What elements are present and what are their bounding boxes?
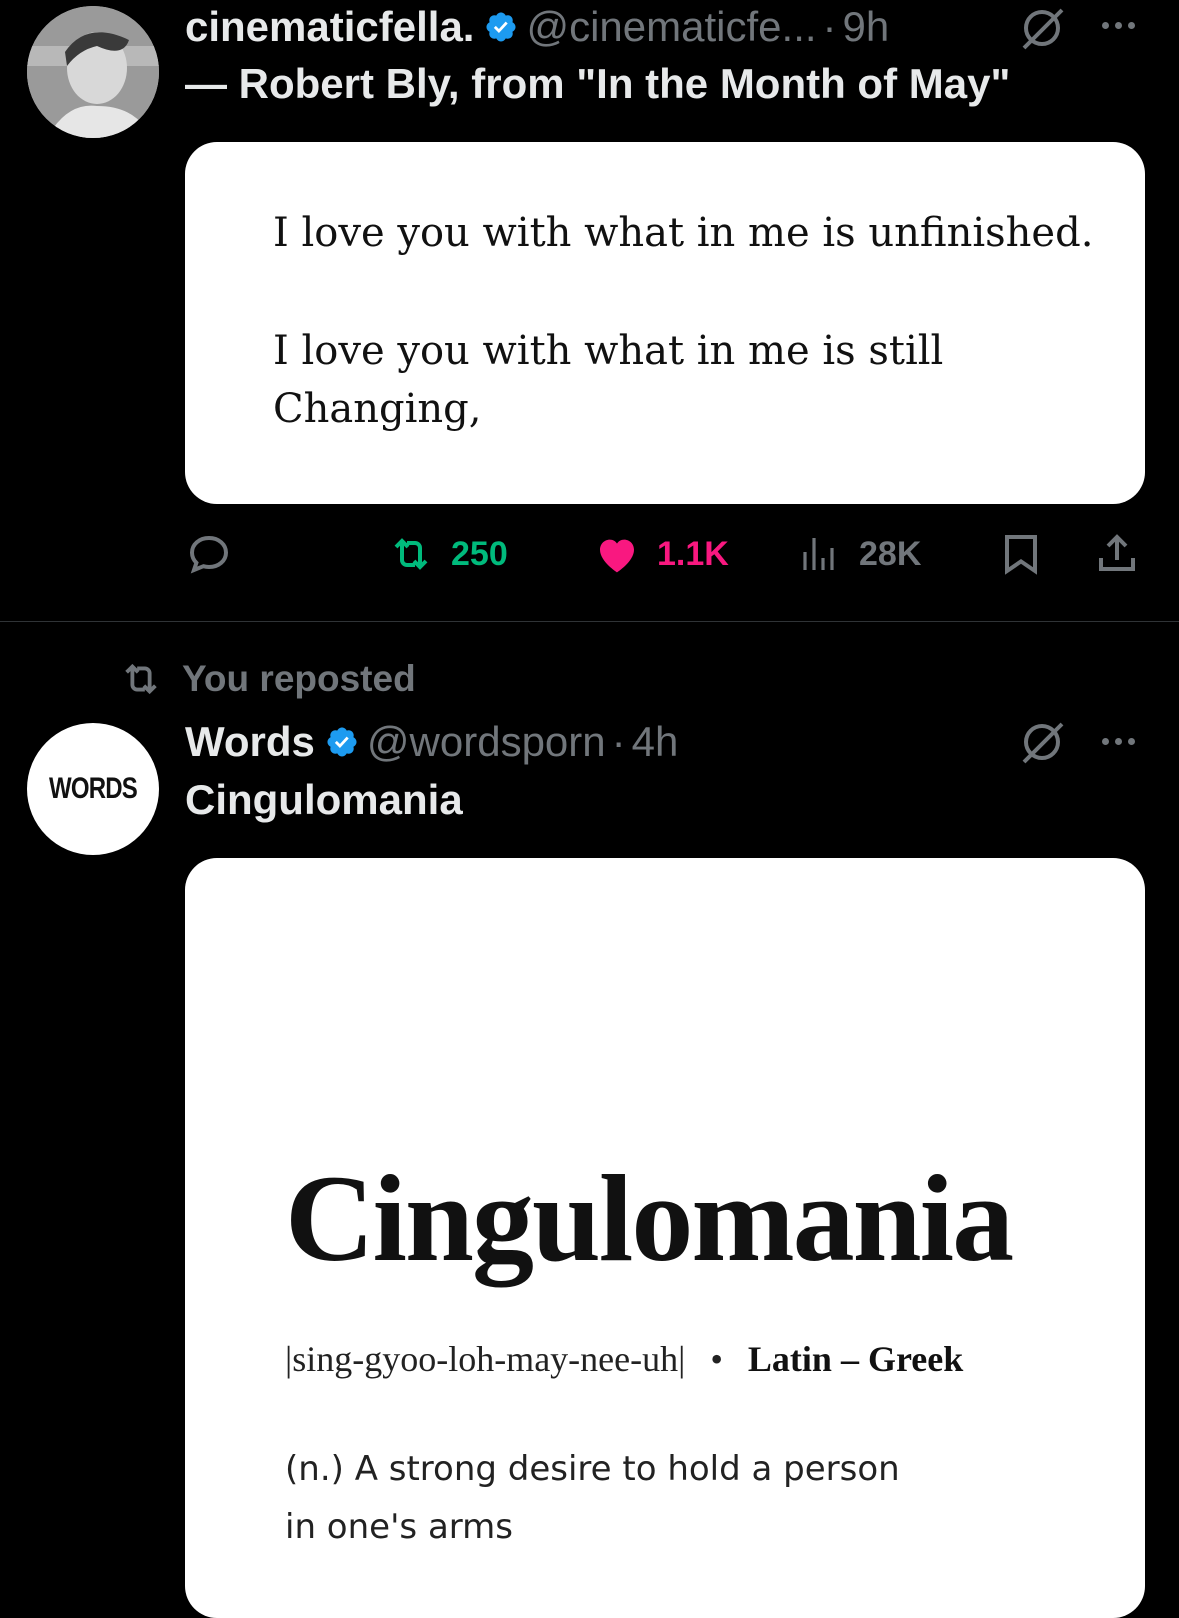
- views-button[interactable]: 28K: [797, 530, 921, 578]
- definition-word: Cingulomania: [285, 1150, 1014, 1287]
- retweet-icon: [394, 538, 428, 570]
- more-icon[interactable]: [1102, 22, 1135, 29]
- pronunciation: |sing-gyoo-loh-may-nee-uh|: [285, 1339, 686, 1379]
- separator-dot: ·: [611, 718, 626, 765]
- avatar-words[interactable]: WORDS: [27, 723, 159, 855]
- reply-button[interactable]: [185, 530, 233, 578]
- tweet-actions: 250 1.1K 28K: [185, 530, 1145, 590]
- display-name[interactable]: cinematicfella.: [185, 3, 474, 51]
- definition-line-1: (n.) A strong desire to hold a person: [285, 1449, 900, 1489]
- like-count: 1.1K: [657, 534, 729, 573]
- avatar-cinematicfella[interactable]: [27, 6, 159, 138]
- tweet-text: Cingulomania: [185, 776, 463, 823]
- poem-line-3: Changing,: [273, 386, 482, 432]
- timestamp[interactable]: 4h: [632, 718, 679, 766]
- avatar-text: WORDS: [49, 772, 138, 805]
- bookmark-button[interactable]: [997, 530, 1045, 578]
- separator-dot: ·: [822, 3, 837, 50]
- display-name[interactable]: Words: [185, 718, 315, 766]
- reply-icon: [189, 535, 229, 574]
- share-button[interactable]: [1093, 530, 1141, 578]
- tweet-image-card[interactable]: Cingulomania |sing-gyoo-loh-may-nee-uh| …: [185, 858, 1145, 1618]
- handle[interactable]: @cinematicfe...: [526, 3, 816, 51]
- timestamp[interactable]: 9h: [843, 3, 890, 51]
- tweet-image-card[interactable]: I love you with what in me is unfinished…: [185, 142, 1145, 504]
- retweet-button[interactable]: 250: [387, 530, 508, 578]
- like-button[interactable]: 1.1K: [593, 530, 729, 578]
- bookmark-icon: [1005, 535, 1037, 575]
- like-icon: [600, 539, 634, 573]
- repost-indicator[interactable]: You reposted: [118, 656, 416, 702]
- origin: Latin – Greek: [747, 1339, 964, 1379]
- tweet-1[interactable]: cinematicfella. @cinematicfe... · 9h — R…: [0, 0, 1179, 620]
- tweet-header: Words @wordsporn · 4h: [185, 716, 678, 768]
- verified-badge-icon: [325, 725, 359, 759]
- repost-label: You reposted: [182, 658, 416, 699]
- definition-text: (n.) A strong desire to hold a person in…: [285, 1440, 900, 1556]
- pronunciation-line: |sing-gyoo-loh-may-nee-uh| • Latin – Gre…: [285, 1338, 963, 1380]
- poem-line-1: I love you with what in me is unfinished…: [273, 210, 1094, 256]
- share-icon: [1099, 534, 1135, 571]
- handle[interactable]: @wordsporn: [367, 718, 606, 766]
- views-icon: [803, 538, 834, 570]
- grok-icon[interactable]: [1018, 6, 1066, 55]
- more-icon[interactable]: [1102, 738, 1135, 745]
- verified-badge-icon: [484, 10, 518, 44]
- views-count: 28K: [859, 534, 922, 573]
- bullet: •: [710, 1339, 723, 1379]
- profile-photo-icon: [27, 6, 159, 138]
- retweet-count: 250: [451, 534, 508, 573]
- tweet-text: — Robert Bly, from "In the Month of May": [185, 60, 1011, 107]
- grok-icon[interactable]: [1018, 720, 1066, 769]
- tweet-header: cinematicfella. @cinematicfe... · 9h: [185, 2, 889, 52]
- repost-icon: [125, 663, 157, 695]
- definition-line-2: in one's arms: [285, 1507, 513, 1547]
- poem-line-2: I love you with what in me is still: [273, 328, 944, 374]
